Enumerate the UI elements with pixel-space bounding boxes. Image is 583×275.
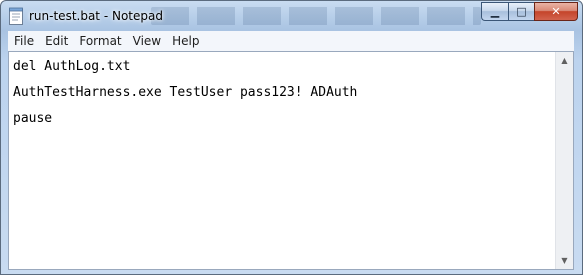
maximize-icon: □ bbox=[516, 5, 527, 18]
menu-file[interactable]: File bbox=[9, 34, 39, 48]
menu-edit[interactable]: Edit bbox=[40, 34, 73, 48]
close-button[interactable]: ✕ bbox=[534, 2, 578, 21]
minimize-icon: ▁ bbox=[490, 5, 500, 18]
vertical-scrollbar[interactable]: ▲ ▼ bbox=[555, 52, 573, 269]
editor-line: del AuthLog.txt bbox=[13, 59, 131, 74]
minimize-button[interactable]: ▁ bbox=[481, 2, 508, 21]
menu-format[interactable]: Format bbox=[74, 34, 126, 48]
text-editor[interactable]: del AuthLog.txt AuthTestHarness.exe TestU… bbox=[8, 51, 574, 270]
menu-view[interactable]: View bbox=[128, 34, 166, 48]
background-taskbar-ghost bbox=[151, 7, 481, 25]
menu-bar: File Edit Format View Help bbox=[8, 31, 574, 52]
editor-text-area[interactable]: del AuthLog.txt AuthTestHarness.exe TestU… bbox=[13, 54, 553, 267]
title-bar[interactable]: run-test.bat - Notepad ▁ □ ✕ bbox=[1, 1, 582, 31]
window-title: run-test.bat - Notepad bbox=[29, 9, 163, 23]
editor-line: AuthTestHarness.exe TestUser pass123! AD… bbox=[13, 85, 358, 100]
scroll-down-arrow-icon[interactable]: ▼ bbox=[556, 252, 573, 269]
caption-buttons: ▁ □ ✕ bbox=[481, 2, 578, 21]
close-icon: ✕ bbox=[551, 5, 561, 18]
notepad-window: run-test.bat - Notepad ▁ □ ✕ File Edit F… bbox=[0, 0, 583, 275]
scroll-up-arrow-icon[interactable]: ▲ bbox=[556, 52, 573, 69]
notepad-icon[interactable] bbox=[8, 7, 24, 25]
editor-line: pause bbox=[13, 111, 53, 126]
maximize-button[interactable]: □ bbox=[508, 2, 534, 21]
menu-help[interactable]: Help bbox=[167, 34, 204, 48]
